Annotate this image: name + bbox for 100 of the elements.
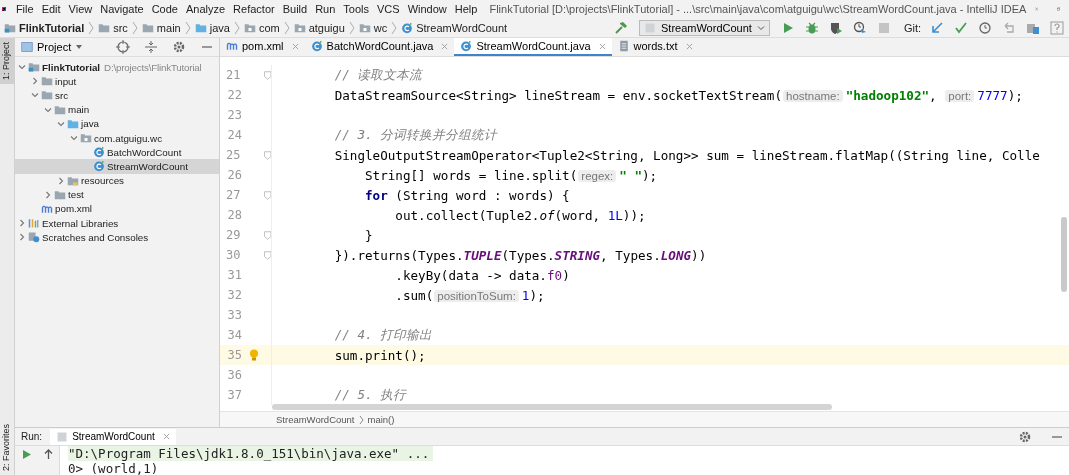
fold-marker-icon[interactable] bbox=[263, 230, 271, 240]
menu-item[interactable]: Help bbox=[450, 3, 482, 15]
code-line: String[] words = line.split( regex: " "); bbox=[364, 167, 658, 183]
breadcrumb-item[interactable]: main() bbox=[367, 414, 395, 425]
breadcrumb-item[interactable]: java bbox=[194, 21, 230, 34]
close-icon[interactable] bbox=[598, 42, 606, 50]
clock-icon[interactable] bbox=[852, 20, 867, 35]
code-line: sum.print(); bbox=[333, 347, 426, 363]
checkmark-icon[interactable] bbox=[954, 20, 968, 35]
close-icon[interactable] bbox=[685, 42, 693, 50]
code-line: // 3. 分词转换并分组统计 bbox=[333, 126, 498, 144]
chevron-separator-icon bbox=[348, 21, 355, 34]
chevron-separator-icon bbox=[391, 21, 398, 34]
fold-marker-icon[interactable] bbox=[263, 70, 271, 80]
breadcrumb-item[interactable]: src bbox=[98, 21, 128, 34]
menu-item[interactable]: Code bbox=[147, 3, 182, 15]
package-folder-icon bbox=[80, 132, 92, 145]
chevron-separator-icon bbox=[283, 21, 290, 34]
hammer-icon[interactable] bbox=[614, 20, 628, 35]
menu-item[interactable]: VCS bbox=[373, 3, 404, 15]
up-arrow-icon[interactable] bbox=[42, 449, 54, 460]
history-icon[interactable] bbox=[978, 20, 992, 35]
breadcrumb-item[interactable]: StreamWordCount bbox=[276, 414, 355, 425]
menu-item[interactable]: Edit bbox=[37, 3, 65, 15]
line-number: 30 bbox=[225, 248, 241, 262]
settings-icon[interactable] bbox=[1018, 429, 1032, 444]
breadcrumb-item[interactable]: com bbox=[243, 21, 280, 34]
line-number: 28 bbox=[226, 208, 242, 222]
library-icon bbox=[28, 217, 40, 230]
tree-item[interactable]: pom.xml bbox=[15, 201, 219, 217]
tree-item[interactable]: java bbox=[15, 116, 219, 131]
tree-item[interactable]: StreamWordCount bbox=[15, 159, 219, 174]
run-icon[interactable] bbox=[20, 449, 32, 460]
settings-icon[interactable] bbox=[172, 40, 186, 54]
editor-tab[interactable]: pom.xml bbox=[220, 38, 305, 56]
menu-item[interactable]: Analyze bbox=[181, 3, 230, 15]
caret-icon bbox=[75, 43, 84, 51]
breadcrumb-item[interactable]: main bbox=[141, 21, 181, 34]
menu-item[interactable]: Tools bbox=[339, 3, 374, 15]
bug-icon[interactable] bbox=[804, 20, 819, 35]
scrollbar[interactable] bbox=[1061, 217, 1067, 292]
breadcrumb-item[interactable]: wc bbox=[358, 21, 388, 34]
crosshair-icon[interactable] bbox=[116, 40, 130, 54]
tree-item[interactable]: FlinkTutorial D:\projects\FlinkTutorial bbox=[15, 60, 219, 75]
package-folder-icon bbox=[358, 21, 371, 34]
shield-icon[interactable] bbox=[828, 20, 843, 35]
tree-item[interactable]: src bbox=[15, 88, 219, 103]
tree-item[interactable]: resources bbox=[15, 173, 219, 188]
tree-item[interactable]: External Libraries bbox=[15, 216, 219, 231]
stop-icon[interactable] bbox=[876, 20, 891, 35]
menu-item[interactable]: Navigate bbox=[96, 3, 148, 15]
menu-item[interactable]: View bbox=[64, 3, 97, 15]
editor-tab[interactable]: BatchWordCount.java bbox=[304, 38, 455, 56]
editor-tab[interactable]: StreamWordCount.java bbox=[454, 38, 612, 56]
collapse-all-icon[interactable] bbox=[144, 40, 158, 54]
menu-item[interactable]: Refactor bbox=[229, 3, 279, 15]
editor-tab[interactable]: words.txt bbox=[611, 38, 699, 56]
run-configuration-dropdown[interactable]: StreamWordCount bbox=[639, 19, 770, 36]
line-number: 23 bbox=[226, 108, 242, 122]
tree-item[interactable]: BatchWordCount bbox=[15, 145, 219, 160]
run-tab[interactable]: StreamWordCount bbox=[50, 428, 176, 445]
window-icon bbox=[21, 41, 33, 53]
breadcrumb-item[interactable]: atguigu bbox=[293, 21, 345, 34]
tree-item[interactable]: Scratches and Consoles bbox=[15, 230, 219, 245]
menu-item[interactable]: Run bbox=[311, 3, 340, 15]
close-icon[interactable] bbox=[441, 42, 449, 50]
folder-icon bbox=[98, 21, 111, 34]
project-view-dropdown[interactable]: Project bbox=[21, 41, 84, 53]
scrollbar[interactable] bbox=[272, 404, 832, 410]
fold-marker-icon[interactable] bbox=[263, 190, 271, 200]
tree-item[interactable]: com.atguigu.wc bbox=[15, 130, 219, 146]
revert-icon[interactable] bbox=[1002, 20, 1016, 35]
tree-item[interactable]: main bbox=[15, 102, 219, 117]
scratch-icon bbox=[28, 231, 40, 244]
fold-marker-icon[interactable] bbox=[263, 150, 271, 160]
folder-icon bbox=[141, 21, 154, 34]
code-line: DataStreamSource<String> lineStream = env.socketTextStream( hostname: "hadoop102", port: 7777); bbox=[333, 87, 1023, 103]
menu-item[interactable]: Window bbox=[403, 3, 451, 15]
help-icon[interactable] bbox=[1050, 20, 1064, 35]
code-line: // 5. 执行 bbox=[333, 386, 407, 404]
arrow-icon[interactable] bbox=[930, 20, 944, 35]
project-tool-tab[interactable]: 1: Project bbox=[0, 38, 14, 85]
line-number: 36 bbox=[226, 368, 242, 382]
line-number: 37 bbox=[226, 388, 242, 402]
breadcrumb-item[interactable]: FlinkTutorial bbox=[4, 21, 85, 34]
file-icon bbox=[56, 430, 69, 443]
close-icon[interactable] bbox=[162, 433, 170, 440]
menu-item[interactable]: Build bbox=[278, 3, 312, 15]
line-number: 33 bbox=[226, 308, 242, 322]
close-icon[interactable] bbox=[291, 42, 299, 50]
tree-item[interactable]: test bbox=[15, 187, 219, 202]
file-icon bbox=[644, 21, 656, 34]
lightbulb-icon[interactable] bbox=[249, 349, 259, 361]
menu-item[interactable]: File bbox=[11, 3, 38, 15]
chevron-separator-icon bbox=[88, 21, 95, 34]
fold-marker-icon[interactable] bbox=[263, 250, 271, 260]
folder-icon bbox=[67, 117, 79, 130]
breadcrumb-item[interactable]: StreamWordCount bbox=[401, 21, 508, 34]
favorites-tool-tab[interactable]: 2: Favorites bbox=[0, 419, 14, 475]
tree-item[interactable]: input bbox=[15, 74, 219, 89]
